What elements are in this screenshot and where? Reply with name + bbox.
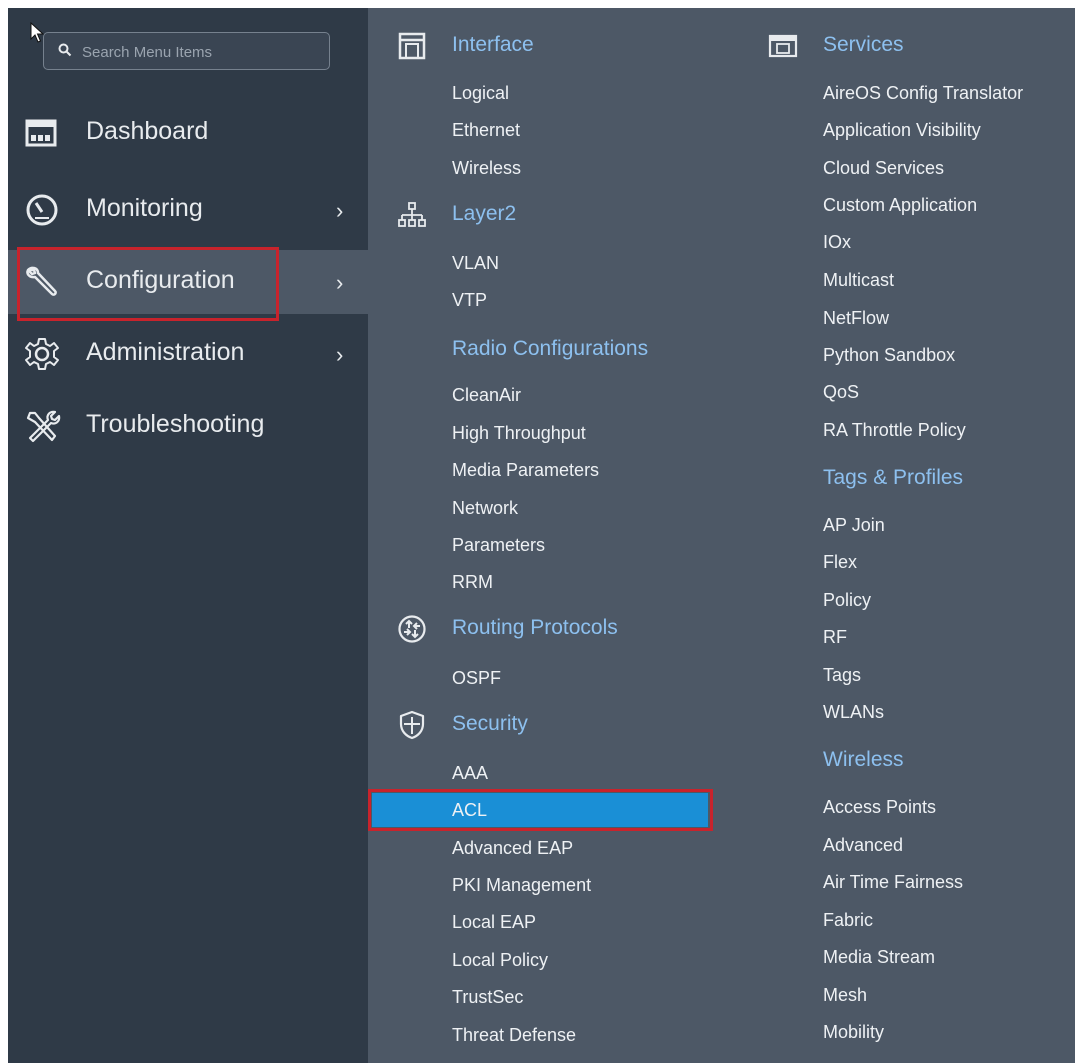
menu-item-qos[interactable]: QoS	[823, 379, 859, 405]
menu-item-aaa[interactable]: AAA	[452, 760, 488, 786]
sidebar-item-monitoring[interactable]: Monitoring ›	[8, 178, 368, 242]
routing-icon	[398, 615, 426, 643]
menu-item-trustsec[interactable]: TrustSec	[452, 984, 523, 1010]
menu-item-wireless[interactable]: Wireless	[452, 155, 521, 181]
menu-item-media-stream[interactable]: Media Stream	[823, 944, 935, 970]
menu-item-cleanair[interactable]: CleanAir	[452, 382, 521, 408]
sidebar-item-dashboard[interactable]: Dashboard	[8, 101, 368, 165]
sidebar-item-label: Configuration	[86, 266, 235, 294]
selected-item-highlight	[372, 793, 708, 827]
chevron-right-icon: ›	[336, 342, 344, 367]
menu-item-fabric[interactable]: Fabric	[823, 907, 873, 933]
menu-item-high-throughput[interactable]: High Throughput	[452, 420, 586, 446]
menu-item-local-policy[interactable]: Local Policy	[452, 947, 548, 973]
menu-item-flex[interactable]: Flex	[823, 549, 857, 575]
menu-item-acl[interactable]: ACL	[452, 797, 487, 823]
menu-item-wlans[interactable]: WLANs	[823, 699, 884, 725]
menu-item-advanced[interactable]: Advanced	[823, 832, 903, 858]
search-box[interactable]	[43, 32, 330, 70]
dashboard-icon	[25, 119, 57, 147]
menu-item-cloud-services[interactable]: Cloud Services	[823, 155, 944, 181]
menu-item-local-eap[interactable]: Local EAP	[452, 909, 536, 935]
sidebar-item-administration[interactable]: Administration ›	[8, 322, 368, 386]
menu-item-logical[interactable]: Logical	[452, 80, 509, 106]
menu-item-application-visibility[interactable]: Application Visibility	[823, 117, 981, 143]
menu-item-python-sandbox[interactable]: Python Sandbox	[823, 342, 955, 368]
sidebar-item-label: Dashboard	[86, 117, 209, 145]
menu-item-mesh[interactable]: Mesh	[823, 982, 867, 1008]
menu-item-parameters[interactable]: Parameters	[452, 532, 545, 558]
chevron-right-icon: ›	[336, 198, 344, 223]
wrench-icon	[26, 266, 57, 296]
menu-item-mobility[interactable]: Mobility	[823, 1019, 884, 1045]
menu-item-ap-join[interactable]: AP Join	[823, 512, 885, 538]
sidebar-nav	[8, 8, 368, 1063]
menu-item-ethernet[interactable]: Ethernet	[452, 117, 520, 143]
search-input[interactable]	[80, 39, 324, 65]
menu-item-vtp[interactable]: VTP	[452, 287, 487, 313]
menu-item-netflow[interactable]: NetFlow	[823, 305, 889, 331]
mouse-cursor-icon	[30, 22, 45, 43]
menu-item-ospf[interactable]: OSPF	[452, 665, 501, 691]
menu-item-network[interactable]: Network	[452, 495, 518, 521]
menu-item-rrm[interactable]: RRM	[452, 569, 493, 595]
menu-item-tags[interactable]: Tags	[823, 662, 861, 688]
menu-item-pki-management[interactable]: PKI Management	[452, 872, 591, 898]
menu-item-policy[interactable]: Policy	[823, 587, 871, 613]
menu-item-vlan[interactable]: VLAN	[452, 250, 499, 276]
network-tree-icon	[398, 202, 426, 227]
sidebar-item-label: Troubleshooting	[86, 410, 265, 438]
sidebar-item-configuration[interactable]: Configuration ›	[8, 250, 368, 314]
menu-item-advanced-eap[interactable]: Advanced EAP	[452, 835, 573, 861]
menu-item-ra-throttle-policy[interactable]: RA Throttle Policy	[823, 417, 966, 443]
menu-item-threat-defense[interactable]: Threat Defense	[452, 1022, 576, 1048]
services-icon	[768, 34, 798, 58]
gear-icon	[25, 338, 59, 370]
menu-item-aireos-config-translator[interactable]: AireOS Config Translator	[823, 80, 1023, 106]
sidebar-item-label: Administration	[86, 338, 245, 366]
menu-item-air-time-fairness[interactable]: Air Time Fairness	[823, 869, 963, 895]
search-icon	[58, 43, 72, 57]
shield-icon	[399, 710, 425, 740]
menu-item-iox[interactable]: IOx	[823, 229, 851, 255]
interface-icon	[398, 32, 426, 60]
menu-item-rf[interactable]: RF	[823, 624, 847, 650]
menu-item-media-parameters[interactable]: Media Parameters	[452, 457, 599, 483]
gauge-icon	[26, 194, 58, 226]
menu-item-multicast[interactable]: Multicast	[823, 267, 894, 293]
menu-item-access-points[interactable]: Access Points	[823, 794, 936, 820]
sidebar-item-label: Monitoring	[86, 194, 203, 222]
menu-item-custom-application[interactable]: Custom Application	[823, 192, 977, 218]
sidebar-item-troubleshooting[interactable]: Troubleshooting	[8, 394, 368, 458]
chevron-right-icon: ›	[336, 270, 344, 295]
tools-icon	[26, 410, 61, 443]
